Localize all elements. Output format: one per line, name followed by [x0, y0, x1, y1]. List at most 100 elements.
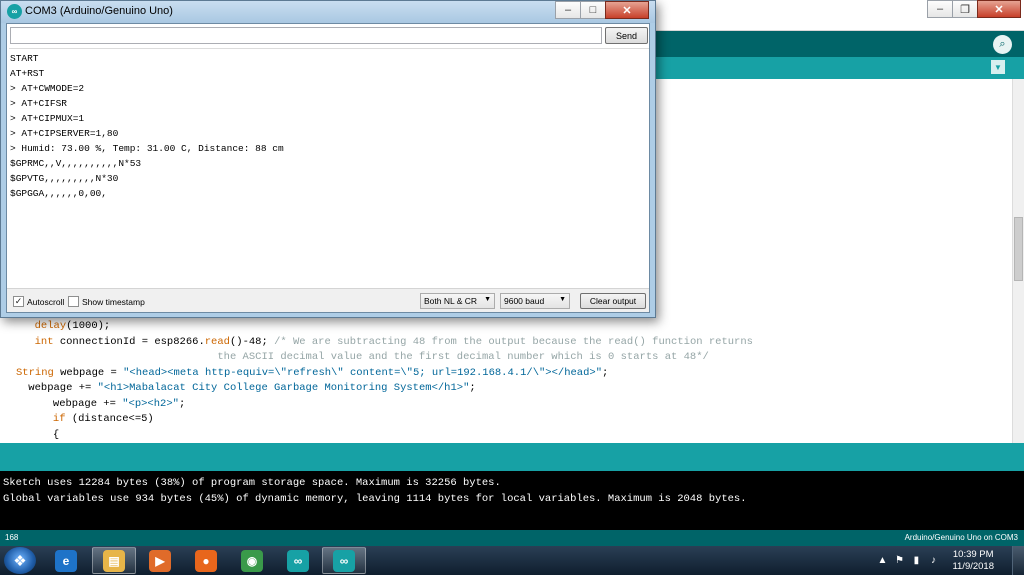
show-timestamp-label: Show timestamp: [82, 296, 145, 307]
close-button[interactable]: ✕: [605, 1, 649, 19]
serial-output[interactable]: START AT+RST > AT+CWMODE=2 > AT+CIFSR > AT+C…: [9, 48, 649, 286]
code-token: delay: [34, 320, 67, 332]
code-line: webpage += "<h1>Mabalacat City College G…: [22, 381, 476, 396]
code-token: String: [16, 366, 54, 379]
network-signal-icon[interactable]: ▮: [910, 555, 922, 566]
serial-monitor-window: ∞ COM3 (Arduino/Genuino Uno) – □ ✕ Send …: [0, 0, 656, 318]
system-tray: ▲ ⚑ ▮ ♪ 10:39 PM 11/9/2018: [876, 546, 1024, 575]
board-port-status: Arduino/Genuino Uno on COM3: [904, 533, 1018, 542]
code-token: "<head><meta http-equiv=\"refresh\" cont…: [123, 366, 603, 379]
baud-rate-chevron-down-icon: ▼: [559, 296, 566, 303]
serial-output-line: > Humid: 73.00 %, Temp: 31.00 C, Distanc…: [10, 143, 284, 154]
file-explorer-icon: ▤: [103, 549, 125, 572]
code-token: (1000);: [66, 320, 111, 332]
taskbar-app-chrome[interactable]: ◉: [230, 547, 274, 574]
serial-output-line: AT+RST: [10, 68, 45, 79]
editor-console-divider[interactable]: [0, 443, 1024, 471]
show-timestamp-checkbox[interactable]: Show timestamp: [68, 296, 145, 307]
serial-output-line: > AT+CWMODE=2: [10, 83, 85, 94]
arduino-logo-icon: ∞: [7, 4, 22, 19]
arduino-icon: ∞: [287, 549, 309, 572]
serial-output-line: > AT+CIPMUX=1: [10, 113, 85, 124]
timestamp-check-icon: [68, 296, 79, 307]
start-button[interactable]: ❖: [4, 547, 36, 574]
volume-icon[interactable]: ♪: [927, 555, 939, 566]
taskbar-app-internet-explorer[interactable]: e: [44, 547, 88, 574]
autoscroll-checkbox[interactable]: ✓ Autoscroll: [13, 296, 64, 307]
taskbar-app-arduino[interactable]: ∞: [276, 547, 320, 574]
ide-restore-button[interactable]: ❐: [952, 0, 978, 18]
serial-output-line: $GPRMC,,V,,,,,,,,,,N*53: [10, 158, 142, 169]
line-ending-value: Both NL & CR: [424, 296, 478, 306]
windows-logo-icon: ❖: [13, 552, 27, 570]
ide-close-button[interactable]: ✕: [977, 0, 1021, 18]
clear-output-button[interactable]: Clear output: [580, 293, 646, 309]
serial-output-line: $GPGGA,,,,,,0,00,: [10, 188, 107, 199]
code-line: String webpage = "<head><meta http-equiv…: [16, 366, 608, 381]
arduino-active-icon: ∞: [333, 549, 355, 572]
code-line: int connectionId = esp8266.read()-48; /*…: [22, 335, 753, 350]
code-line: webpage += "<p><h2>";: [34, 397, 185, 412]
action-center-flag-icon[interactable]: ⚑: [893, 555, 905, 566]
serial-send-input[interactable]: [10, 27, 602, 44]
minimize-button[interactable]: –: [555, 1, 581, 19]
serial-monitor-client: Send START AT+RST > AT+CWMODE=2 > AT+CIFSR >…: [6, 23, 650, 313]
code-token: the ASCII decimal value and the first de…: [217, 351, 709, 363]
taskbar-app-media-player[interactable]: ▶: [138, 547, 182, 574]
taskbar-app-arduino-active[interactable]: ∞: [322, 547, 366, 574]
show-desktop-button[interactable]: [1012, 546, 1024, 575]
autoscroll-check-icon: ✓: [13, 296, 24, 307]
serial-monitor-bottom-bar: ✓ Autoscroll Show timestamp Both NL & CR…: [7, 288, 649, 312]
taskbar: ❖ e ▤ ▶ ● ◉ ∞ ∞ ▲ ⚑ ▮ ♪ 10:39 PM 11/9/2018: [0, 546, 1024, 575]
taskbar-app-firefox[interactable]: ●: [184, 547, 228, 574]
baud-rate-select[interactable]: 9600 baud ▼: [500, 293, 570, 309]
serial-monitor-title: COM3 (Arduino/Genuino Uno): [25, 5, 173, 17]
editor-scroll-thumb[interactable]: [1014, 217, 1023, 281]
code-line: if (distance<=5): [34, 412, 154, 427]
ide-minimize-button[interactable]: –: [927, 0, 953, 18]
ide-window-controls: – ❐ ✕: [927, 0, 1021, 18]
baud-rate-value: 9600 baud: [504, 296, 545, 306]
code-token: webpage +=: [34, 397, 123, 410]
maximize-button[interactable]: □: [580, 1, 606, 19]
internet-explorer-icon: e: [55, 549, 77, 572]
code-token: (distance<=5): [65, 413, 154, 425]
tab-menu-chevron-icon[interactable]: ▼: [991, 60, 1005, 74]
line-ending-select[interactable]: Both NL & CR ▼: [420, 293, 495, 309]
console-line: Global variables use 934 bytes (45%) of …: [3, 493, 747, 505]
code-token: webpage +=: [22, 382, 98, 394]
serial-monitor-title-bar[interactable]: ∞ COM3 (Arduino/Genuino Uno) – □ ✕: [1, 1, 655, 23]
console-line: Sketch uses 12284 bytes (38%) of program…: [3, 477, 501, 489]
code-line: delay(1000);: [22, 319, 111, 334]
serial-monitor-icon[interactable]: ⌕: [993, 35, 1012, 54]
media-player-icon: ▶: [149, 549, 171, 572]
compiler-console: Sketch uses 12284 bytes (38%) of program…: [0, 471, 1024, 530]
serial-monitor-window-controls: – □ ✕: [555, 1, 649, 19]
code-token: if: [52, 413, 66, 425]
line-ending-chevron-down-icon: ▼: [484, 296, 491, 303]
serial-output-line: START: [10, 53, 39, 64]
code-line: {: [34, 428, 59, 443]
clock-date: 11/9/2018: [952, 560, 994, 572]
firefox-icon: ●: [195, 549, 217, 572]
send-button[interactable]: Send: [605, 27, 648, 44]
chrome-icon: ◉: [241, 549, 263, 572]
ide-status-bar: 168 Arduino/Genuino Uno on COM3: [0, 530, 1024, 546]
code-token: ;: [602, 366, 609, 379]
clock[interactable]: 10:39 PM 11/9/2018: [952, 549, 994, 573]
code-line: the ASCII decimal value and the first de…: [22, 350, 709, 365]
editor-scrollbar[interactable]: [1012, 79, 1024, 443]
code-token: ;: [469, 382, 476, 394]
serial-output-line: > AT+CIPSERVER=1,80: [10, 128, 119, 139]
code-token: /* We are subtracting 48 from the output…: [274, 335, 753, 348]
clock-time: 10:39 PM: [952, 548, 994, 560]
tray-expand-icon[interactable]: ▲: [876, 555, 888, 566]
taskbar-app-file-explorer[interactable]: ▤: [92, 547, 136, 574]
code-token: {: [34, 428, 60, 441]
serial-output-line: $GPVTG,,,,,,,,,N*30: [10, 173, 119, 184]
line-number: 168: [5, 533, 19, 542]
